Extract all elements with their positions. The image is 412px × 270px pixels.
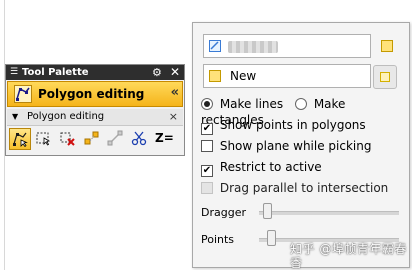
section-label: Polygon editing [27, 111, 105, 122]
mode-selector[interactable]: Polygon editing « [7, 81, 183, 107]
points-label: Points [201, 233, 235, 246]
item-icon [209, 70, 221, 82]
palette-title: Tool Palette [22, 67, 89, 78]
section-header[interactable]: ▼ Polygon editing × [7, 109, 183, 126]
show-points-checkbox[interactable]: ✔ [201, 123, 213, 135]
collapse-icon[interactable]: « [171, 84, 179, 102]
dragger-slider-track[interactable] [259, 211, 399, 215]
checkbox-row: ✔ Restrict to active [201, 159, 322, 177]
show-plane-label[interactable]: Show plane while picking [220, 139, 372, 153]
new-item-button[interactable] [373, 65, 397, 89]
palette-title-bar[interactable]: ☰ Tool Palette ⚙ ✕ [6, 65, 184, 80]
field1-side-icon[interactable] [381, 40, 393, 52]
add-point-tool-icon [84, 131, 99, 145]
show-plane-checkbox[interactable] [201, 140, 213, 152]
delete-tool[interactable] [57, 128, 79, 150]
layer-name-field[interactable] [203, 34, 371, 58]
radio-make-rectangles[interactable] [295, 98, 307, 110]
checkbox-row: Drag parallel to intersection [201, 180, 388, 196]
tool-palette: ☰ Tool Palette ⚙ ✕ Polygon editing « ▼ P… [5, 64, 185, 156]
restrict-active-checkbox[interactable]: ✔ [201, 165, 213, 177]
cut-tool[interactable] [129, 128, 151, 150]
polygon-select-tool[interactable] [9, 128, 31, 150]
options-panel: New Make lines Make rectangles ✔ Show po… [192, 22, 410, 268]
z-equals-tool[interactable]: Z= [153, 128, 175, 150]
polygon-select-tool-icon [13, 132, 28, 147]
section-close-icon[interactable]: × [169, 109, 178, 125]
tool-row: Z= [9, 128, 183, 152]
checkbox-row: ✔ Show points in polygons [201, 117, 366, 135]
polygon-edit-icon [14, 85, 32, 103]
disabled-path-tool-icon [107, 130, 123, 146]
expand-triangle-icon[interactable]: ▼ [12, 112, 18, 122]
delete-tool-icon [60, 132, 75, 146]
mode-label: Polygon editing [38, 87, 145, 101]
new-icon [380, 72, 390, 82]
rect-select-tool[interactable] [33, 128, 55, 150]
grip-icon[interactable]: ☰ [10, 68, 18, 77]
checkbox-row: Show plane while picking [201, 138, 371, 154]
layer-icon [209, 40, 221, 52]
drag-parallel-checkbox[interactable] [201, 182, 213, 194]
drag-parallel-label[interactable]: Drag parallel to intersection [220, 181, 388, 195]
blurred-value [228, 41, 278, 53]
gear-icon[interactable]: ⚙ [152, 65, 162, 80]
new-item-field[interactable]: New [203, 64, 371, 88]
watermark-text: 知乎 @埠帧青年霸春香 [290, 242, 407, 270]
radio-make-lines-label[interactable]: Make lines [220, 97, 283, 111]
points-slider-thumb[interactable] [267, 230, 276, 246]
show-points-label[interactable]: Show points in polygons [220, 118, 366, 132]
radio-make-lines[interactable] [201, 98, 213, 110]
dragger-slider-thumb[interactable] [263, 203, 272, 219]
z-equals-label: Z= [155, 131, 174, 145]
field2-value: New [230, 69, 257, 83]
add-point-tool[interactable] [81, 128, 103, 150]
close-icon[interactable]: ✕ [170, 65, 180, 80]
dragger-label: Dragger [201, 206, 246, 219]
path-tool[interactable] [105, 128, 127, 150]
rect-select-tool-icon [36, 132, 51, 146]
cut-tool-icon [131, 131, 147, 146]
restrict-active-label[interactable]: Restrict to active [220, 160, 322, 174]
